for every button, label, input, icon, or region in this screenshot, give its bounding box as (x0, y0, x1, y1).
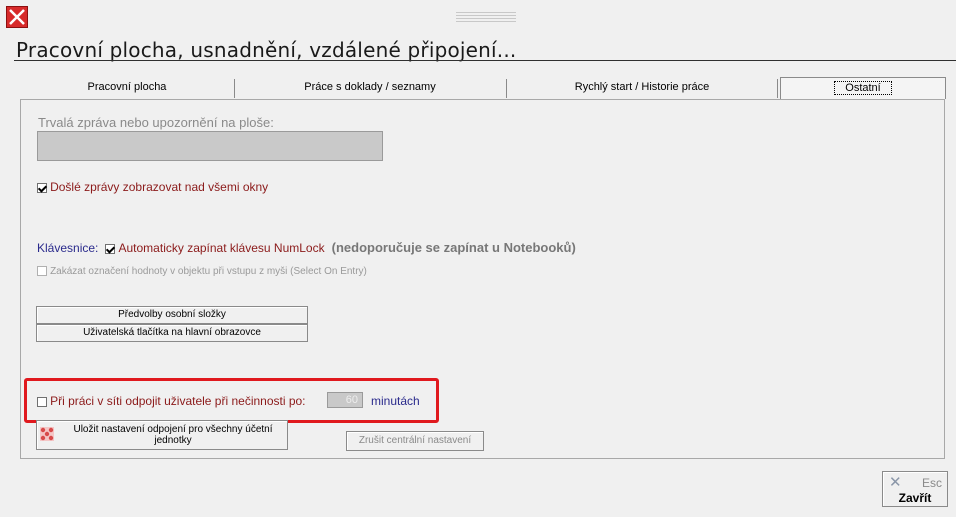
select-on-entry-row: Zakázat označení hodnoty v objektu při v… (37, 265, 367, 277)
select-on-entry-checkbox (37, 266, 47, 277)
close-x-icon: ✕ (889, 474, 902, 491)
show-messages-checkbox[interactable] (37, 183, 47, 194)
tab-ostatni[interactable]: Ostatní (780, 77, 946, 99)
user-buttons-button[interactable]: Uživatelská tlačítka na hlavní obrazovce (36, 324, 308, 342)
select-on-entry-label: Zakázat označení hodnoty v objektu při v… (50, 266, 367, 277)
close-icon[interactable] (6, 6, 28, 28)
show-messages-label: Došlé zprávy zobrazovat nad všemi okny (50, 180, 269, 194)
tab-prace-s-doklady[interactable]: Práce s doklady / seznamy (235, 77, 505, 98)
save-disconnect-button[interactable]: Uložit nastavení odpojení pro všechny úč… (36, 420, 288, 450)
keyboard-row: Klávesnice: Automaticky zapínat klávesu … (37, 240, 576, 255)
divider (14, 60, 956, 61)
disconnect-row[interactable]: Při práci v síti odpojit uživatele při n… (37, 394, 306, 408)
numlock-checkbox[interactable] (105, 244, 116, 255)
tab-label: Práce s doklady / seznamy (304, 81, 436, 93)
tab-rychly-start[interactable]: Rychlý start / Historie práce (507, 77, 777, 98)
disconnect-checkbox[interactable] (37, 397, 47, 408)
close-shortcut: Esc (921, 476, 942, 490)
folder-prefs-button[interactable]: Předvolby osobní složky (36, 306, 308, 324)
tab-pracovni-plocha[interactable]: Pracovní plocha (20, 77, 234, 98)
cancel-central-button[interactable]: Zrušit centrální nastavení (346, 431, 484, 451)
minutes-input[interactable]: 60 (327, 392, 363, 408)
tab-label: Ostatní (834, 81, 892, 95)
close-button[interactable]: ✕ Esc Zavřít (882, 471, 948, 507)
disconnect-label: Při práci v síti odpojit uživatele při n… (50, 394, 306, 408)
show-messages-row[interactable]: Došlé zprávy zobrazovat nad všemi okny (37, 180, 268, 194)
tab-separator (777, 79, 778, 98)
minutes-unit: minutách (371, 394, 420, 408)
save-disconnect-label: Uložit nastavení odpojení pro všechny úč… (73, 424, 273, 446)
close-label: Zavřít (898, 491, 932, 505)
drag-grip[interactable] (456, 12, 516, 24)
numlock-label: Automaticky zapínat klávesu NumLock (118, 241, 325, 255)
tab-bar: Pracovní plocha Práce s doklady / seznam… (20, 77, 946, 99)
message-label: Trvalá zpráva nebo upozornění na ploše: (38, 115, 274, 130)
numlock-note: (nedoporučuje se zapínat u Notebooků) (331, 240, 576, 255)
keyboard-label: Klávesnice: (37, 241, 99, 255)
page-title: Pracovní plocha, usnadnění, vzdálené při… (16, 38, 517, 62)
network-icon (40, 427, 54, 441)
tab-label: Rychlý start / Historie práce (574, 81, 710, 93)
tab-label: Pracovní plocha (87, 81, 167, 93)
message-input[interactable] (37, 131, 383, 161)
